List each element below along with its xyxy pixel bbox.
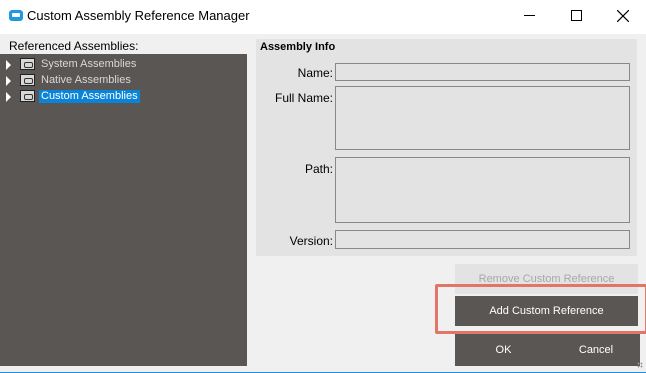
tree-item-label: Custom Assemblies — [39, 90, 140, 103]
full-name-field[interactable] — [335, 86, 630, 150]
resize-grip-icon[interactable] — [637, 362, 643, 368]
assembly-info-group: Assembly Info Name: Full Name: Path: Ver… — [256, 39, 637, 256]
highlight-box — [435, 284, 646, 334]
expand-arrow-icon[interactable] — [6, 92, 11, 102]
app-icon — [9, 10, 23, 21]
version-label: Version: — [289, 234, 333, 248]
assembly-manager-window: Custom Assembly Reference Manager Refere… — [0, 0, 646, 373]
assembly-info-title: Assembly Info — [260, 41, 336, 53]
expand-arrow-icon[interactable] — [6, 60, 11, 70]
path-field[interactable] — [335, 157, 630, 223]
title-bar: Custom Assembly Reference Manager — [0, 0, 646, 34]
name-label: Name: — [297, 66, 333, 80]
version-field[interactable] — [335, 230, 630, 249]
assembly-folder-icon — [20, 90, 35, 102]
close-button[interactable] — [600, 0, 646, 32]
assembly-tree[interactable]: System Assemblies Native Assemblies Cust… — [0, 54, 247, 366]
expand-arrow-icon[interactable] — [6, 76, 11, 86]
cancel-button[interactable]: Cancel — [552, 334, 640, 366]
name-field[interactable] — [335, 63, 630, 81]
window-title: Custom Assembly Reference Manager — [27, 8, 250, 23]
tree-item-label: System Assemblies — [41, 58, 137, 70]
close-icon — [617, 10, 629, 22]
maximize-button[interactable] — [553, 0, 599, 32]
referenced-assemblies-label: Referenced Assemblies: — [9, 39, 139, 53]
assembly-folder-icon — [20, 58, 35, 70]
full-name-label: Full Name: — [274, 91, 333, 105]
minimize-button[interactable] — [507, 0, 553, 32]
path-label: Path: — [304, 162, 333, 176]
tree-item-label: Native Assemblies — [41, 74, 131, 86]
ok-button[interactable]: OK — [455, 334, 552, 366]
assembly-folder-icon — [20, 74, 35, 86]
